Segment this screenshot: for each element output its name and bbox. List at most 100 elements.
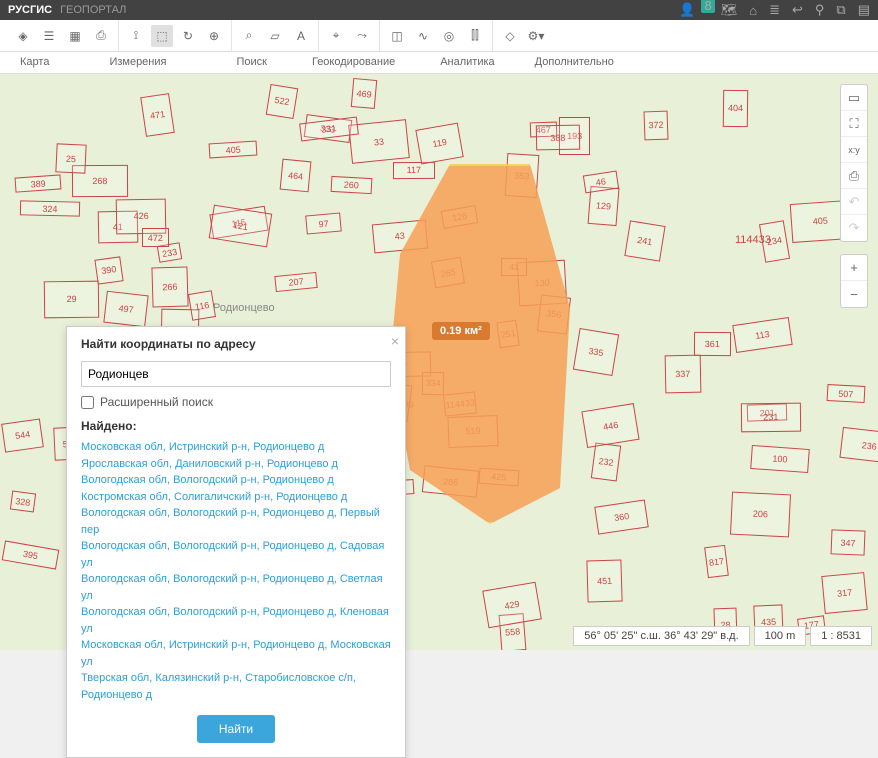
xy-icon[interactable]: x:y (841, 137, 867, 163)
parcel[interactable]: 317 (821, 572, 868, 614)
target-tool-icon[interactable]: ⊕ (203, 25, 225, 47)
printer-icon[interactable]: ⎙ (841, 163, 867, 189)
grid-tool-icon[interactable]: ▦ (64, 25, 86, 47)
route-tool-icon[interactable]: ⤳ (351, 25, 373, 47)
chart-tool-icon[interactable]: ⫿⫿ (464, 25, 486, 47)
parcel[interactable]: 117 (393, 162, 435, 179)
search-result-link[interactable]: Вологодская обл, Вологодский р-н, Родион… (81, 538, 391, 571)
parcel[interactable]: 113 (733, 317, 793, 353)
redo-icon[interactable]: ↷ (841, 215, 867, 241)
parcel[interactable]: 266 (151, 266, 188, 307)
parcel[interactable]: 405 (208, 141, 257, 159)
parcel[interactable]: 469 (351, 78, 378, 109)
extra2-tool-icon[interactable]: ⚙▾ (525, 25, 547, 47)
parcel[interactable]: 464 (279, 159, 311, 193)
close-icon[interactable]: × (391, 333, 399, 349)
search-result-link[interactable]: Тверская обл, Калязинский р-н, Старобисл… (81, 670, 391, 703)
panel-title: Найти координаты по адресу (81, 337, 391, 351)
parcel[interactable]: 544 (1, 418, 44, 452)
geocode-tool-icon[interactable]: ⌖ (325, 25, 347, 47)
parcel[interactable]: 29 (44, 280, 100, 317)
list-tool-icon[interactable]: ☰ (38, 25, 60, 47)
refresh-tool-icon[interactable]: ↻ (177, 25, 199, 47)
search-tool-icon[interactable]: ⌕ (238, 25, 260, 47)
tab-measurements: Измерения (89, 52, 186, 73)
tab-search: Поиск (216, 52, 286, 73)
layers-tool-icon[interactable]: ◈ (12, 25, 34, 47)
stats3-tool-icon[interactable]: ◎ (438, 25, 460, 47)
parcel[interactable]: 817 (704, 545, 729, 578)
search-result-link[interactable]: Московская обл, Истринский р-н, Родионце… (81, 439, 391, 456)
search-result-link[interactable]: Вологодская обл, Вологодский р-н, Родион… (81, 472, 391, 489)
area-tool-icon[interactable]: ⬚ (151, 25, 173, 47)
parcel[interactable]: 207 (274, 272, 318, 292)
zoom-in-button[interactable]: + (841, 255, 867, 281)
parcel[interactable]: 361 (694, 332, 731, 357)
parcel[interactable]: 522 (265, 84, 298, 119)
parcel[interactable]: 404 (723, 90, 749, 127)
extra1-tool-icon[interactable]: ◇ (499, 25, 521, 47)
search-result-link[interactable]: Вологодская обл, Вологодский р-н, Родион… (81, 505, 391, 538)
parcel[interactable]: 451 (587, 559, 624, 602)
parcel[interactable]: 446 (581, 403, 640, 448)
parcel[interactable]: 471 (141, 93, 176, 137)
parcel[interactable]: 395 (1, 541, 59, 570)
parcel[interactable]: 497 (104, 290, 150, 327)
parcel[interactable]: 347 (830, 529, 865, 556)
parcel[interactable]: 472 (142, 228, 169, 248)
parcel[interactable]: 337 (665, 355, 701, 393)
polygon-tool-icon[interactable]: ▱ (264, 25, 286, 47)
parcel[interactable]: 429 (482, 581, 541, 627)
undo-icon[interactable]: ↶ (841, 189, 867, 215)
user-icon[interactable]: 👤8 (679, 2, 708, 18)
print-tool-icon[interactable]: ⎙ (90, 25, 112, 47)
search-result-link[interactable]: Ярославская обл, Даниловский р-н, Родион… (81, 456, 391, 473)
address-input[interactable] (81, 361, 391, 387)
parcel[interactable]: 116 (188, 291, 216, 322)
home-icon[interactable]: ⌂ (749, 3, 757, 18)
parcel[interactable]: 260 (330, 176, 371, 194)
parcel[interactable]: 372 (643, 111, 668, 140)
device-icon[interactable]: ▤ (858, 2, 870, 18)
scale-display: 1 : 8531 (810, 626, 872, 646)
text-tool-icon[interactable]: A (290, 25, 312, 47)
stats2-tool-icon[interactable]: ∿ (412, 25, 434, 47)
parcel[interactable]: 97 (305, 213, 342, 236)
parcel[interactable]: 206 (730, 491, 791, 537)
parcel[interactable]: 390 (94, 256, 123, 284)
share-icon[interactable]: ↩ (792, 2, 803, 18)
rect-icon[interactable]: ▭ (841, 85, 867, 111)
advanced-search-checkbox[interactable] (81, 396, 94, 409)
find-button[interactable]: Найти (197, 715, 275, 743)
parcel[interactable]: 100 (750, 445, 810, 473)
app-header: РУСГИС ГЕОПОРТАЛ 👤8 🗺 ⌂ ≣ ↩ ⚲ ⧉ ▤ (0, 0, 878, 20)
parcel[interactable]: 389 (15, 175, 62, 193)
parcel[interactable]: 335 (573, 328, 619, 376)
parcel[interactable]: 236 (840, 427, 878, 465)
parcel[interactable]: 328 (10, 491, 36, 513)
search-result-link[interactable]: Московская обл, Истринский р-н, Родионце… (81, 637, 391, 670)
parcel[interactable]: 388 (536, 125, 580, 151)
parcel[interactable]: 241 (624, 221, 665, 262)
copy-icon[interactable]: ⧉ (836, 2, 845, 18)
map-icon[interactable]: 🗺 (721, 2, 738, 18)
advanced-search-label: Расширенный поиск (100, 395, 213, 409)
tab-geocoding: Геокодирование (292, 52, 415, 73)
parcel[interactable]: 231 (741, 403, 801, 432)
stats1-tool-icon[interactable]: ◫ (386, 25, 408, 47)
parcel[interactable]: 360 (594, 499, 649, 534)
parcel[interactable]: 119 (415, 123, 464, 165)
zoom-out-button[interactable]: − (841, 281, 867, 307)
parcel[interactable]: 232 (591, 442, 622, 481)
parcel[interactable]: 507 (826, 384, 864, 403)
parcel[interactable]: 324 (20, 200, 80, 217)
search-result-link[interactable]: Вологодская обл, Вологодский р-н, Родион… (81, 571, 391, 604)
search-result-link[interactable]: Вологодская обл, Вологодский р-н, Родион… (81, 604, 391, 637)
link-icon[interactable]: ⚲ (815, 2, 825, 18)
layers-icon[interactable]: ≣ (769, 2, 780, 18)
fullscreen-icon[interactable]: ⛶ (841, 111, 867, 137)
ruler-tool-icon[interactable]: ⟟ (125, 25, 147, 47)
parcel[interactable]: 25 (56, 143, 87, 174)
tab-map: Карта (0, 52, 69, 73)
search-result-link[interactable]: Костромская обл, Солигаличский р-н, Роди… (81, 489, 391, 506)
